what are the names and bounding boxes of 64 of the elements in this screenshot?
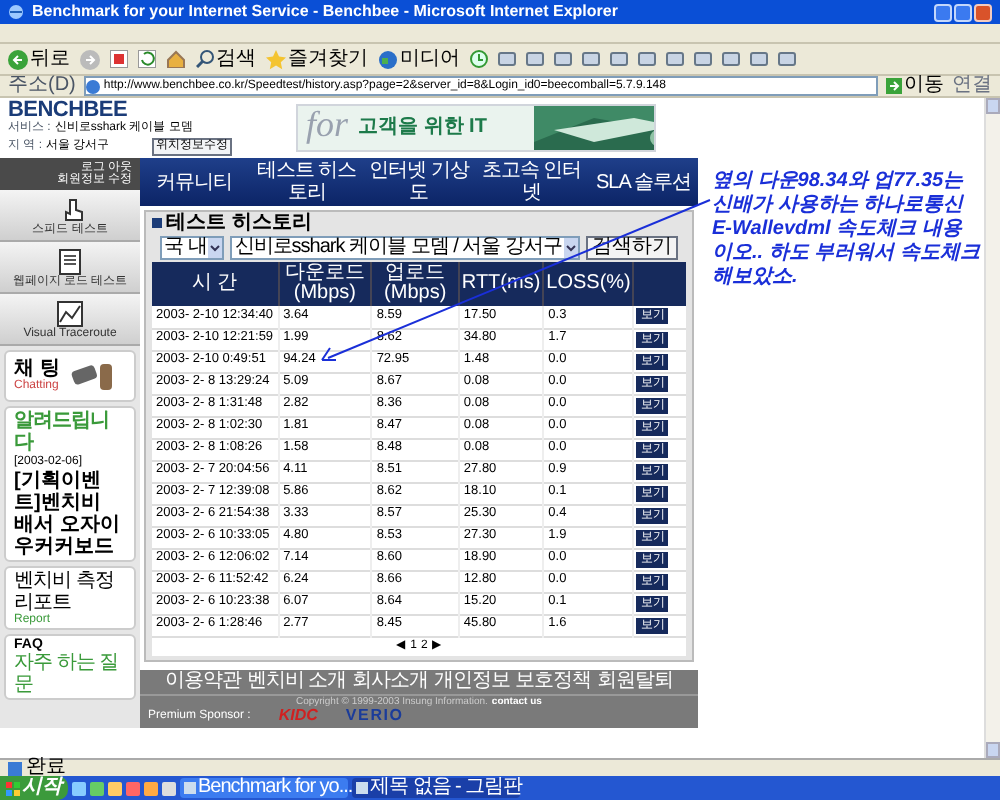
nav-tab[interactable]: 인터넷 기상도 (364, 160, 474, 204)
cable-drawing (67, 358, 116, 394)
maximize-button[interactable] (954, 3, 972, 21)
nav-tab[interactable]: 커뮤니티 (140, 171, 249, 193)
footer-link[interactable]: 회사소개 (352, 671, 429, 691)
footer-link[interactable]: 벤치비 소개 (246, 671, 347, 691)
footer-link[interactable]: 개인정보 보호정책 (434, 671, 591, 691)
page-icon (8, 761, 22, 775)
browser-icon (8, 4, 24, 20)
address-label: 주소(D) (8, 76, 76, 96)
column-header: 다운로드(Mbps) (278, 262, 372, 306)
search-icon (196, 50, 214, 68)
toolbar-button[interactable]: 미디어 (378, 49, 460, 69)
footer-link[interactable]: 이용약관 (164, 671, 241, 691)
chart-icon (56, 299, 84, 327)
site-logo: BENCHBEE (8, 100, 129, 122)
start-button[interactable]: 시작 (0, 776, 68, 800)
panel-title: 테스트 히스토리 (166, 213, 312, 233)
banner-slogan: 고객을 위한 IT (358, 118, 487, 138)
banner-watermark-text: for (306, 106, 349, 142)
toolbar-button[interactable]: 검색 (196, 49, 256, 69)
nav-tab[interactable]: 테스트 히스토리 (252, 160, 361, 204)
app-icon (356, 782, 368, 794)
windows-logo-icon (6, 781, 20, 795)
toolbar-button[interactable]: 뒤로 (8, 49, 70, 69)
taskbar-button[interactable]: Benchmark for yo... (180, 778, 348, 798)
report-title: 벤치비 측정 리포트 (14, 570, 116, 614)
app-icon (184, 782, 196, 794)
line-select[interactable]: 신비로sshark 케이블 모뎀 / 서울 강서구 (230, 236, 580, 260)
back-icon (8, 49, 28, 69)
go-arrow-icon (886, 78, 902, 94)
nav-tab[interactable]: 초고속 인터넷 (477, 160, 586, 204)
column-header: RTT(ms) (458, 262, 544, 306)
forward-icon (80, 49, 100, 69)
refresh-icon (138, 50, 156, 68)
notice-link[interactable]: [기획이벤트]벤치비 배서 오자이 우커커보드 (14, 470, 126, 558)
minimize-button[interactable] (934, 3, 952, 21)
nav-tab[interactable]: SLA 솔루션 (589, 171, 698, 193)
faq-subtitle: 자주 하는 질문 (14, 652, 121, 696)
close-button[interactable] (974, 3, 992, 21)
status-text: 완료 (26, 758, 66, 778)
page-icon (85, 79, 100, 93)
search-button[interactable]: 검색하기 (585, 236, 678, 260)
home-icon (166, 50, 186, 68)
column-header: 시 간 (152, 262, 279, 306)
star-icon (266, 49, 286, 69)
footer-link[interactable]: 회원탈퇴 (596, 671, 673, 691)
go-button[interactable]: 이동 (886, 76, 944, 96)
toolbar-button[interactable]: 즐겨찾기 (266, 49, 368, 69)
column-header: 업로드(Mbps) (371, 262, 459, 306)
region-select[interactable]: 국 내 (160, 236, 225, 260)
history-icon (470, 50, 488, 68)
chat-title: 채 팅 (14, 360, 60, 380)
stop-icon (110, 50, 128, 68)
notice-title: 알려드립니다 (14, 410, 111, 454)
annotation-text: 옆의 다운98.34와 업77.35는 신배가 사용하는 하나로통신 E-Wallevdml 속도체크 내용이오.. 하도 부러워서 속도체크 해보았소. (712, 170, 980, 290)
column-header: LOSS(%) (543, 262, 634, 306)
header-cell (633, 262, 686, 306)
document-icon (56, 247, 84, 275)
links-button[interactable]: 연결 (952, 76, 992, 96)
taskbar-button[interactable]: 제목 없음 - 그림판 (352, 778, 520, 798)
globe-icon (378, 49, 398, 69)
window-title: Benchmark for your Internet Service - Benchbee - Microsoft Internet Explorer (32, 4, 618, 20)
bullet-icon (152, 218, 162, 228)
